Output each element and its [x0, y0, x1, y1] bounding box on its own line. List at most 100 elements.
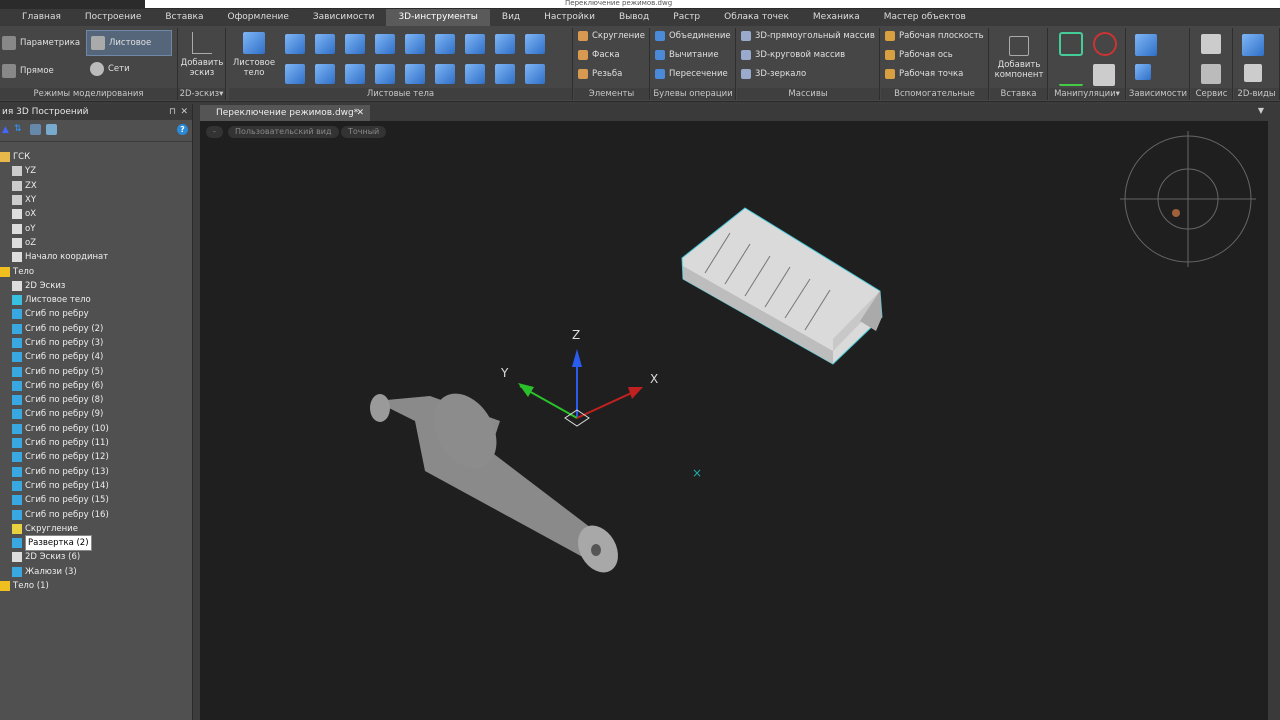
tree-item[interactable]: Сгиб по ребру (11): [0, 436, 193, 450]
tab-10[interactable]: Облака точек: [712, 9, 801, 26]
add-component-button[interactable]: Добавить компонент: [992, 36, 1046, 80]
tab-6[interactable]: Вид: [490, 9, 532, 26]
tree-item[interactable]: Сгиб по ребру (8): [0, 393, 193, 407]
tab-11[interactable]: Механика: [801, 9, 872, 26]
boolean-button-0[interactable]: Объединение: [655, 31, 731, 41]
sync-icon[interactable]: ⇅: [14, 124, 22, 134]
tab-7[interactable]: Настройки: [532, 9, 607, 26]
tree-item[interactable]: Сгиб по ребру (15): [0, 493, 193, 507]
tab-8[interactable]: Вывод: [607, 9, 661, 26]
help-icon[interactable]: ?: [177, 124, 188, 135]
view-cube[interactable]: [1120, 131, 1256, 267]
sheet-tool-icon[interactable]: [345, 34, 365, 54]
sheet-tool-icon[interactable]: [375, 64, 395, 84]
elements-button-0[interactable]: Скругление: [578, 31, 645, 41]
sheet-tool-icon[interactable]: [465, 34, 485, 54]
aux-button-2[interactable]: Рабочая точка: [885, 69, 963, 79]
tree-item[interactable]: 2D Эскиз (6): [0, 550, 193, 564]
boolean-button-2[interactable]: Пересечение: [655, 69, 728, 79]
sheet-tool-icon[interactable]: [315, 34, 335, 54]
elements-button-1[interactable]: Фаска: [578, 50, 620, 60]
add-sketch-button[interactable]: Добавить эскиз: [180, 32, 224, 78]
arrays-button-0[interactable]: 3D-прямоугольный массив: [741, 31, 875, 41]
sheet-tool-icon[interactable]: [405, 34, 425, 54]
tree-item[interactable]: oY: [0, 221, 193, 235]
tree-item[interactable]: YZ: [0, 164, 193, 178]
view2-icon[interactable]: [1244, 64, 1262, 82]
mode-mesh-button[interactable]: Сети: [90, 62, 130, 76]
mode-parametric-button[interactable]: Параметрика: [2, 36, 80, 50]
sheet-tool-icon[interactable]: [405, 64, 425, 84]
tree-item[interactable]: Тело: [0, 264, 193, 278]
tab-1[interactable]: Построение: [73, 9, 154, 26]
tree-item[interactable]: Сгиб по ребру (16): [0, 507, 193, 521]
tree-item[interactable]: Сгиб по ребру (12): [0, 450, 193, 464]
tree-item[interactable]: Начало координат: [0, 250, 193, 264]
sheet-tool-icon[interactable]: [345, 64, 365, 84]
sheet-tool-icon[interactable]: [465, 64, 485, 84]
close-tab-icon[interactable]: ✕: [356, 105, 364, 121]
tree-item[interactable]: Сгиб по ребру: [0, 307, 193, 321]
sheet-tool-icon[interactable]: [375, 34, 395, 54]
tab-5[interactable]: 3D-инструменты: [386, 9, 490, 26]
tree-item[interactable]: Сгиб по ребру (14): [0, 479, 193, 493]
elements-button-2[interactable]: Резьба: [578, 69, 622, 79]
boolean-button-1[interactable]: Вычитание: [655, 50, 719, 60]
sheet-tool-icon[interactable]: [435, 34, 455, 54]
sheet-tool-icon[interactable]: [435, 64, 455, 84]
tree-item[interactable]: Сгиб по ребру (5): [0, 364, 193, 378]
group-label[interactable]: Манипуляции▾: [1049, 88, 1125, 100]
model-canvas[interactable]: Z Y X ×: [200, 121, 1268, 720]
tree-item[interactable]: Сгиб по ребру (3): [0, 336, 193, 350]
tab-3[interactable]: Оформление: [216, 9, 301, 26]
tree-item[interactable]: Листовое тело: [0, 293, 193, 307]
tree-item[interactable]: Сгиб по ребру (4): [0, 350, 193, 364]
tab-12[interactable]: Мастер объектов: [872, 9, 978, 26]
move-icon[interactable]: [1059, 64, 1083, 86]
close-icon[interactable]: ✕: [180, 104, 188, 120]
pin-icon[interactable]: ⊓: [169, 104, 176, 120]
sheet-tool-icon[interactable]: [495, 34, 515, 54]
tree-item[interactable]: Сгиб по ребру (10): [0, 422, 193, 436]
tree-item[interactable]: ГСК: [0, 150, 193, 164]
view-icon[interactable]: [1242, 34, 1264, 56]
filter-icon[interactable]: [30, 124, 41, 135]
constraint2-icon[interactable]: [1135, 64, 1151, 80]
sheet-tool-icon[interactable]: [315, 64, 335, 84]
tree-item[interactable]: Развертка (2): [0, 535, 193, 552]
align-icon[interactable]: [1093, 64, 1115, 86]
constraint-icon[interactable]: [1135, 34, 1157, 56]
rebuild-icon[interactable]: [46, 124, 57, 135]
rotate-icon[interactable]: [1093, 32, 1117, 56]
tree-item[interactable]: Скругление: [0, 522, 193, 536]
mode-sheet-button[interactable]: Листовое: [86, 30, 172, 56]
tree-item[interactable]: XY: [0, 193, 193, 207]
sheet-body-button[interactable]: Листовое тело: [231, 32, 277, 78]
tree-item[interactable]: ZX: [0, 179, 193, 193]
sheet-tool-icon[interactable]: [525, 64, 545, 84]
sheet-tool-icon[interactable]: [495, 64, 515, 84]
tree-item[interactable]: Жалюзи (3): [0, 565, 193, 579]
manipulator-icon[interactable]: [1059, 32, 1083, 56]
tree-item[interactable]: oZ: [0, 236, 193, 250]
tab-2[interactable]: Вставка: [153, 9, 215, 26]
tab-4[interactable]: Зависимости: [301, 9, 387, 26]
arrays-button-1[interactable]: 3D-круговой массив: [741, 50, 845, 60]
aux-button-0[interactable]: Рабочая плоскость: [885, 31, 984, 41]
tree-item[interactable]: Тело (1): [0, 579, 193, 593]
sheet-tool-icon[interactable]: [525, 34, 545, 54]
tree-item[interactable]: 2D Эскиз: [0, 279, 193, 293]
tree-item[interactable]: Сгиб по ребру (2): [0, 322, 193, 336]
mode-direct-button[interactable]: Прямое: [2, 64, 54, 78]
sheet-tool-icon[interactable]: [285, 34, 305, 54]
sheet-tool-icon[interactable]: [285, 64, 305, 84]
tree-item[interactable]: Сгиб по ребру (6): [0, 379, 193, 393]
tree-item[interactable]: Сгиб по ребру (9): [0, 407, 193, 421]
service2-icon[interactable]: [1201, 64, 1221, 84]
tree-item[interactable]: Сгиб по ребру (13): [0, 465, 193, 479]
tab-9[interactable]: Растр: [661, 9, 712, 26]
shaft-part[interactable]: [370, 382, 626, 579]
tab-0[interactable]: Главная: [10, 9, 73, 26]
aux-button-1[interactable]: Рабочая ось: [885, 50, 953, 60]
arrays-button-2[interactable]: 3D-зеркало: [741, 69, 806, 79]
